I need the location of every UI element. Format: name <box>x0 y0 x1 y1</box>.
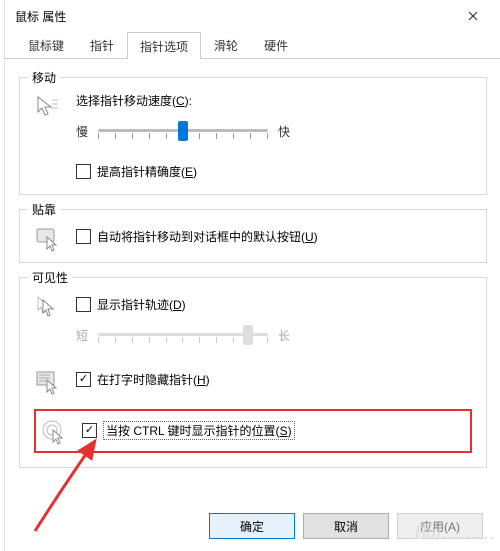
tab-strip: 鼠标键 指针 指针选项 滑轮 硬件 <box>5 32 500 59</box>
ctrl-locate-label: 当按 CTRL 键时显示指针的位置(S) <box>103 421 295 440</box>
speed-label: 选择指针移动速度(C): <box>76 92 472 109</box>
snap-to-label: 自动将指针移动到对话框中的默认按钮(U) <box>97 228 318 245</box>
tab-pointer-options[interactable]: 指针选项 <box>127 32 201 59</box>
group-visibility-label: 可见性 <box>28 269 72 286</box>
pointer-trails-label: 显示指针轨迹(D) <box>97 296 186 313</box>
dialog-window: 鼠标 属性 鼠标键 指针 指针选项 滑轮 硬件 移动 <box>4 0 500 551</box>
ctrl-locate-row: 当按 CTRL 键时显示指针的位置(S) <box>34 409 472 453</box>
group-visibility: 可见性 显示指针轨迹(D) 短 <box>19 277 487 468</box>
ctrl-locate-checkbox[interactable] <box>82 423 97 438</box>
close-icon <box>468 11 478 21</box>
dialog-buttons: 确定 取消 应用(A) <box>209 513 483 539</box>
hide-pointer-icon <box>35 369 61 395</box>
dialog-body: 移动 选择指针移动速度(C): 慢 <box>5 59 500 468</box>
group-motion: 移动 选择指针移动速度(C): 慢 <box>19 77 487 195</box>
tab-wheel[interactable]: 滑轮 <box>201 31 251 58</box>
trails-short-label: 短 <box>76 327 88 344</box>
ok-button[interactable]: 确定 <box>209 513 295 539</box>
speed-slider[interactable] <box>98 119 268 143</box>
apply-button[interactable]: 应用(A) <box>397 513 483 539</box>
snap-to-checkbox[interactable] <box>76 229 91 244</box>
speed-slow-label: 慢 <box>76 123 88 140</box>
trails-long-label: 长 <box>278 327 290 344</box>
pointer-trails-checkbox[interactable] <box>76 297 91 312</box>
pointer-speed-icon <box>35 94 61 120</box>
titlebar: 鼠标 属性 <box>5 0 500 32</box>
window-title: 鼠标 属性 <box>15 8 451 25</box>
enhance-precision-label: 提高指针精确度(E) <box>97 163 197 180</box>
speed-fast-label: 快 <box>278 123 290 140</box>
tab-hardware[interactable]: 硬件 <box>251 31 301 58</box>
close-button[interactable] <box>451 1 495 31</box>
group-snap: 贴靠 自动将指针移动到对话框中的默认按钮(U) <box>19 209 487 263</box>
trails-slider <box>98 323 268 347</box>
tab-pointers[interactable]: 指针 <box>77 31 127 58</box>
cancel-button[interactable]: 取消 <box>303 513 389 539</box>
tab-buttons[interactable]: 鼠标键 <box>15 31 77 58</box>
hide-pointer-label: 在打字时隐藏指针(H) <box>97 371 210 388</box>
snap-to-icon <box>35 226 61 252</box>
pointer-trails-icon <box>35 294 61 320</box>
hide-pointer-checkbox[interactable] <box>76 372 91 387</box>
group-motion-label: 移动 <box>28 69 60 86</box>
ctrl-locate-icon <box>41 419 67 445</box>
enhance-precision-checkbox[interactable] <box>76 164 91 179</box>
group-snap-label: 贴靠 <box>28 201 60 218</box>
